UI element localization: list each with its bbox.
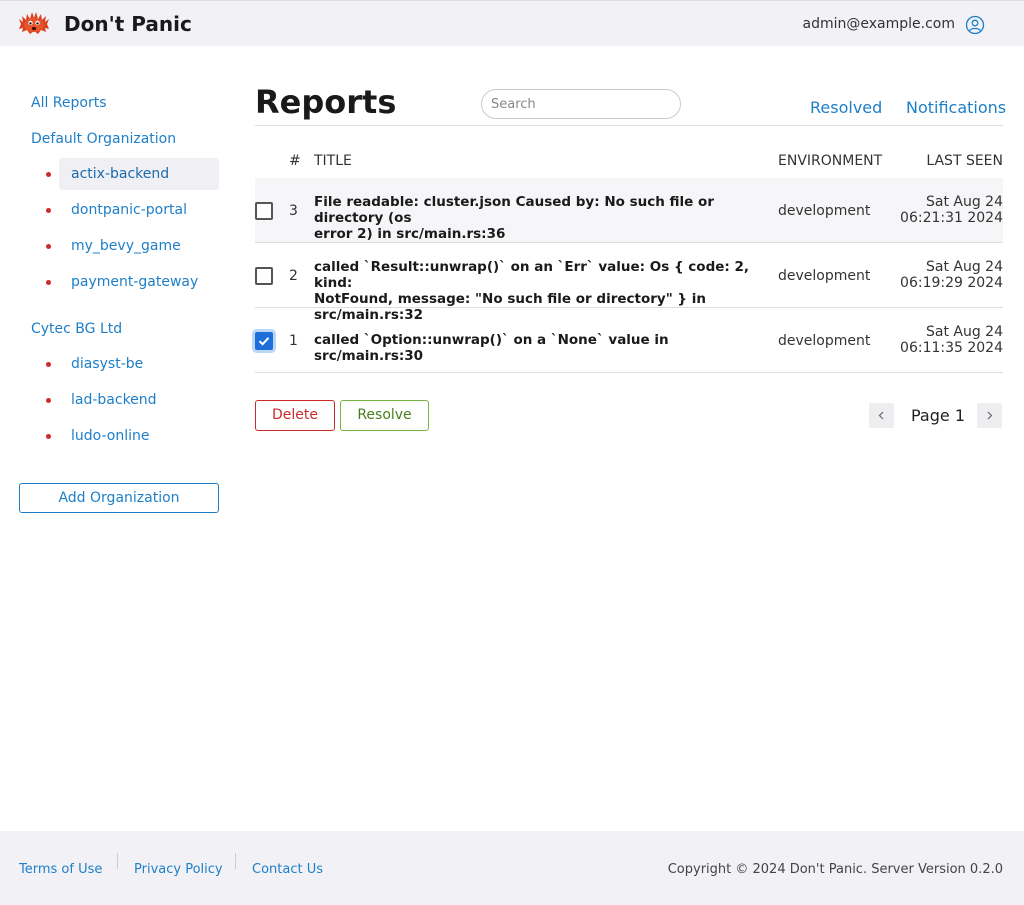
user-account-icon[interactable] [965, 15, 985, 35]
last-seen-date: Sat Aug 24 [925, 324, 1003, 340]
last-seen-date: Sat Aug 24 [925, 194, 1003, 210]
last-seen-time: 06:11:35 2024 [900, 340, 1003, 356]
resolve-button[interactable]: Resolve [340, 400, 429, 431]
next-page-button[interactable] [977, 403, 1002, 428]
report-number: 1 [289, 333, 298, 349]
footer-divider [235, 853, 236, 869]
privacy-policy-link[interactable]: Privacy Policy [134, 862, 223, 877]
page-indicator: Page 1 [911, 406, 965, 425]
sidebar-project-payment-gateway[interactable]: payment-gateway [46, 266, 219, 298]
sidebar-project-label: my_bevy_game [71, 238, 181, 254]
prev-page-button[interactable] [869, 403, 894, 428]
terms-of-use-link[interactable]: Terms of Use [19, 862, 102, 877]
delete-button[interactable]: Delete [255, 400, 335, 431]
sidebar-project-label: actix-backend [71, 166, 170, 182]
last-seen-time: 06:19:29 2024 [900, 275, 1003, 291]
column-header-title: TITLE [314, 153, 352, 169]
add-organization-button[interactable]: Add Organization [19, 483, 219, 513]
status-dot [46, 398, 51, 403]
top-bar: Don't Panic admin@example.com [0, 0, 1024, 46]
report-row[interactable]: 2 called `Result::unwrap()` on an `Err` … [255, 243, 1003, 323]
sidebar-project-ludo-online[interactable]: ludo-online [46, 420, 219, 452]
report-title[interactable]: called `Option::unwrap()` on a `None` va… [314, 332, 769, 364]
sidebar-project-label: dontpanic-portal [71, 202, 187, 218]
user-email: admin@example.com [802, 16, 955, 32]
ferris-crab-logo[interactable] [18, 10, 50, 36]
notifications-link[interactable]: Notifications [906, 98, 1006, 117]
report-title-line: File readable: cluster.json Caused by: N… [314, 194, 714, 226]
chevron-right-icon [987, 411, 993, 420]
sidebar-project-diasyst-be[interactable]: diasyst-be [46, 348, 219, 380]
row-checkbox[interactable] [255, 332, 273, 350]
brand-name[interactable]: Don't Panic [64, 12, 192, 36]
sidebar-project-label: lad-backend [71, 392, 157, 408]
row-checkbox[interactable] [255, 202, 273, 220]
search-input[interactable] [481, 89, 681, 119]
report-number: 2 [289, 268, 298, 284]
status-dot [46, 434, 51, 439]
resolved-link[interactable]: Resolved [810, 98, 882, 117]
report-environment: development [778, 268, 871, 284]
contact-us-link[interactable]: Contact Us [252, 862, 323, 877]
status-dot [46, 208, 51, 213]
footer-divider [117, 853, 118, 869]
sidebar-all-reports[interactable]: All Reports [31, 95, 107, 111]
sidebar-project-label: payment-gateway [71, 274, 199, 290]
report-row[interactable]: 1 called `Option::unwrap()` on a `None` … [255, 308, 1003, 373]
sidebar-project-label: ludo-online [71, 428, 150, 444]
sidebar-project-actix-backend[interactable]: actix-backend [46, 158, 219, 190]
column-header-last-seen: LAST SEEN [926, 153, 1003, 169]
status-dot [46, 362, 51, 367]
last-seen-date: Sat Aug 24 [925, 259, 1003, 275]
last-seen-time: 06:21:31 2024 [900, 210, 1003, 226]
chevron-left-icon [878, 411, 884, 420]
sidebar-project-dontpanic-portal[interactable]: dontpanic-portal [46, 194, 219, 226]
report-row[interactable]: 3 File readable: cluster.json Caused by:… [255, 178, 1003, 243]
checkmark-icon [258, 337, 270, 346]
row-checkbox[interactable] [255, 267, 273, 285]
sidebar-org-cytec-bg-ltd[interactable]: Cytec BG Ltd [31, 321, 122, 337]
report-environment: development [778, 203, 871, 219]
divider [255, 125, 1003, 126]
sidebar-project-label: diasyst-be [71, 356, 144, 372]
sidebar-project-my-bevy-game[interactable]: my_bevy_game [46, 230, 219, 262]
report-title-line: called `Result::unwrap()` on an `Err` va… [314, 259, 750, 291]
report-last-seen: Sat Aug 24 06:19:29 2024 [883, 259, 1003, 291]
status-dot [46, 172, 51, 177]
column-header-number: # [289, 153, 301, 169]
report-title-line: called `Option::unwrap()` on a `None` va… [314, 332, 669, 364]
sidebar-org-default-organization[interactable]: Default Organization [31, 131, 176, 147]
report-title[interactable]: File readable: cluster.json Caused by: N… [314, 194, 769, 242]
report-last-seen: Sat Aug 24 06:11:35 2024 [883, 324, 1003, 356]
sidebar-project-lad-backend[interactable]: lad-backend [46, 384, 219, 416]
copyright-text: Copyright © 2024 Don't Panic. Server Ver… [667, 862, 1003, 877]
report-environment: development [778, 333, 871, 349]
report-number: 3 [289, 203, 298, 219]
status-dot [46, 280, 51, 285]
status-dot [46, 244, 51, 249]
column-header-environment: ENVIRONMENT [778, 153, 883, 169]
report-title-line: error 2) in src/main.rs:36 [314, 226, 506, 242]
footer: Terms of Use Privacy Policy Contact Us C… [0, 831, 1024, 905]
page-title: Reports [255, 83, 397, 121]
report-last-seen: Sat Aug 24 06:21:31 2024 [883, 194, 1003, 226]
